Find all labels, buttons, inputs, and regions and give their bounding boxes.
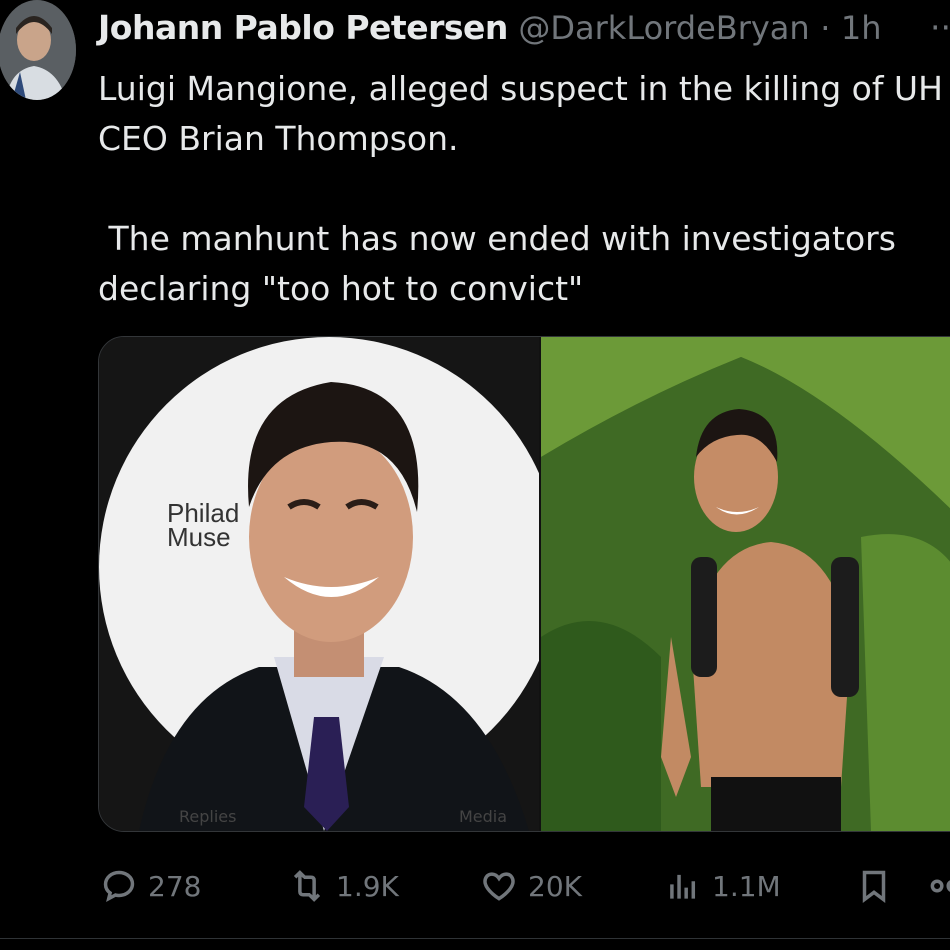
background-text-media: Media — [459, 807, 508, 826]
like-button[interactable]: 20K — [480, 860, 582, 912]
reply-icon — [103, 870, 135, 903]
share-button[interactable] — [926, 860, 950, 912]
views-count: 1.1M — [712, 869, 781, 903]
views-button[interactable]: 1.1M — [664, 860, 781, 912]
author-handle[interactable]: @DarkLordeBryan — [518, 9, 809, 47]
bookmark-button[interactable] — [855, 860, 893, 912]
heart-icon — [483, 872, 515, 901]
reply-button[interactable]: 278 — [100, 860, 201, 912]
author-avatar[interactable] — [0, 0, 76, 100]
bottom-divider — [0, 938, 950, 939]
reply-count: 278 — [148, 869, 202, 903]
action-bar: 278 1.9K 20K 1.1M — [0, 860, 950, 912]
media-grid[interactable]: Philad Muse Replies Media — [98, 336, 950, 832]
bookmark-icon — [862, 870, 886, 903]
tweet-text: Luigi Mangione, alleged suspect in the k… — [98, 69, 943, 308]
analytics-icon — [670, 874, 696, 899]
portrait-illustration — [99, 337, 539, 831]
more-icon[interactable]: ·· — [930, 6, 950, 50]
author-name[interactable]: Johann Pablo Petersen — [98, 8, 508, 47]
repost-count: 1.9K — [336, 869, 399, 903]
backdrop-sign-text: Philad Muse — [167, 498, 240, 552]
media-image-hiking[interactable] — [541, 337, 950, 831]
tweet-time[interactable]: 1h — [841, 9, 882, 47]
tweet-header: Johann Pablo Petersen @DarkLordeBryan · … — [98, 6, 882, 50]
share-icon — [930, 879, 950, 893]
media-image-portrait[interactable]: Philad Muse Replies Media — [99, 337, 539, 831]
avatar-image — [0, 0, 76, 100]
like-count: 20K — [528, 869, 582, 903]
repost-button[interactable]: 1.9K — [288, 860, 399, 912]
separator-dot: · — [820, 9, 831, 47]
repost-icon — [293, 870, 321, 902]
background-text-replies: Replies — [179, 807, 237, 826]
hiking-illustration — [541, 337, 950, 831]
